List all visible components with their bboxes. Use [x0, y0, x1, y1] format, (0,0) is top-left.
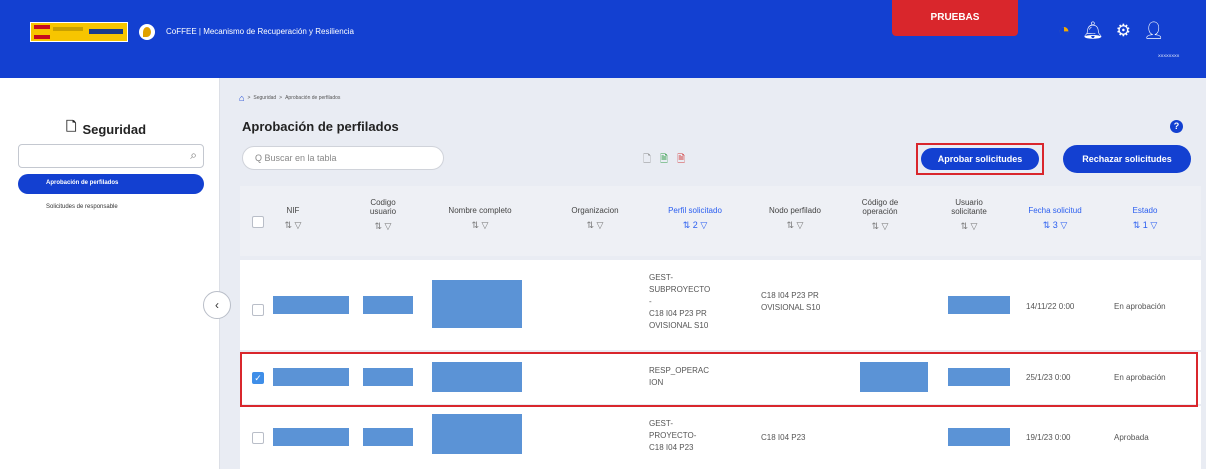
government-logo: [30, 22, 128, 42]
user-id: XXXXXXXX: [1158, 53, 1180, 58]
coffee-logo-icon: [139, 24, 155, 40]
selected-row-highlight: [240, 352, 1198, 407]
redacted-user-code: [363, 428, 413, 446]
column-header[interactable]: Organizacion ⇅ ▽: [560, 206, 630, 231]
nodo-cell: C18 I04 P23 PR OVISIONAL S10: [761, 291, 821, 312]
approve-highlight: Aprobar solicitudes: [916, 143, 1044, 175]
column-header[interactable]: NIF ⇅ ▽: [273, 206, 313, 231]
column-header[interactable]: Codigo usuario ⇅ ▽: [358, 198, 408, 232]
user-icon[interactable]: 👤︎: [1143, 21, 1165, 41]
row-checkbox[interactable]: [252, 432, 264, 444]
column-header[interactable]: Nodo perfilado ⇅ ▽: [755, 206, 835, 231]
perfil-cell: GEST- PROYECTO- C18 I04 P23: [649, 419, 697, 452]
app-root: CoFFEE | Mecanismo de Recuperación y Res…: [0, 0, 1206, 469]
export-actions: 🗋 🗎 🗎: [643, 152, 685, 169]
sidebar-item-solicitudes[interactable]: Solicitudes de responsable: [46, 204, 118, 210]
redacted-nif: [273, 428, 349, 446]
redacted-full-name: [432, 414, 522, 454]
sidebar-title-label: Seguridad: [82, 121, 147, 137]
export-csv-icon[interactable]: 🗋: [643, 152, 651, 169]
bell-icon[interactable]: 🔔︎: [1082, 21, 1104, 41]
select-all-checkbox[interactable]: [252, 216, 264, 228]
collapse-sidebar-button[interactable]: ‹: [203, 291, 231, 319]
sidebar: 🗋 Seguridad ⌕ Aprobación de perfilados S…: [0, 78, 220, 469]
breadcrumb-item[interactable]: Seguridad: [253, 95, 276, 101]
column-header[interactable]: Perfil solicitado ⇅ 2 ▽: [650, 206, 740, 231]
app-title: CoFFEE | Mecanismo de Recuperación y Res…: [166, 27, 354, 36]
redacted-full-name: [432, 280, 522, 328]
column-header[interactable]: Fecha solicitud ⇅ 3 ▽: [1020, 206, 1090, 231]
approve-requests-button[interactable]: Aprobar solicitudes: [921, 148, 1039, 170]
export-excel-icon[interactable]: 🗎: [660, 152, 668, 169]
help-icon[interactable]: ?: [1170, 120, 1183, 133]
home-icon[interactable]: ⌂: [239, 93, 244, 103]
reject-requests-button[interactable]: Rechazar solicitudes: [1063, 145, 1191, 173]
page-title: Aprobación de perfilados: [242, 119, 399, 134]
security-icon: 🗋: [66, 119, 77, 134]
table-row[interactable]: GEST- SUBPROYECTO - C18 I04 P23 PR OVISI…: [240, 260, 1201, 350]
nodo-cell: C18 I04 P23: [761, 433, 806, 442]
redacted-user-code: [363, 296, 413, 314]
estado-cell: Aprobada: [1114, 433, 1149, 442]
sidebar-title: 🗋 Seguridad: [66, 118, 146, 140]
environment-badge: PRUEBAS: [892, 0, 1018, 36]
gear-icon[interactable]: ⚙: [1116, 21, 1131, 41]
table-header: NIF ⇅ ▽ Codigo usuario ⇅ ▽ Nombre completo…: [240, 186, 1201, 256]
redacted-requester: [948, 428, 1010, 446]
app-switcher-icon[interactable]: ◔: [1058, 21, 1070, 41]
fecha-cell: 14/11/22 0:00: [1026, 302, 1075, 311]
redacted-requester: [948, 296, 1010, 314]
column-header[interactable]: Estado ⇅ 1 ▽: [1115, 206, 1175, 231]
table-row[interactable]: GEST- PROYECTO- C18 I04 P23 C18 I04 P23 …: [240, 406, 1201, 469]
column-header[interactable]: Código de operación ⇅ ▽: [852, 198, 908, 232]
top-header: CoFFEE | Mecanismo de Recuperación y Res…: [0, 0, 1206, 78]
export-pdf-icon[interactable]: 🗎: [677, 152, 685, 169]
column-header[interactable]: Usuario solicitante ⇅ ▽: [940, 198, 998, 232]
search-icon: ⌕: [190, 148, 197, 162]
redacted-nif: [273, 296, 349, 314]
estado-cell: En aprobación: [1114, 302, 1166, 311]
breadcrumb: ⌂ > Seguridad > Aprobación de perfilados: [239, 93, 341, 103]
fecha-cell: 19/1/23 0:00: [1026, 433, 1071, 442]
sidebar-search-input[interactable]: ⌕: [18, 144, 204, 168]
breadcrumb-item: Aprobación de perfilados: [285, 95, 341, 101]
sidebar-item-aprobacion[interactable]: Aprobación de perfilados: [18, 174, 204, 194]
column-header[interactable]: Nombre completo ⇅ ▽: [430, 206, 530, 231]
row-checkbox[interactable]: [252, 304, 264, 316]
header-actions: ◔ 🔔︎ ⚙ 👤︎: [1058, 21, 1165, 41]
table-search-input[interactable]: Q Buscar en la tabla: [242, 146, 444, 170]
perfil-cell: GEST- SUBPROYECTO - C18 I04 P23 PR OVISI…: [649, 273, 711, 330]
requests-table: NIF ⇅ ▽ Codigo usuario ⇅ ▽ Nombre completo…: [240, 186, 1201, 469]
